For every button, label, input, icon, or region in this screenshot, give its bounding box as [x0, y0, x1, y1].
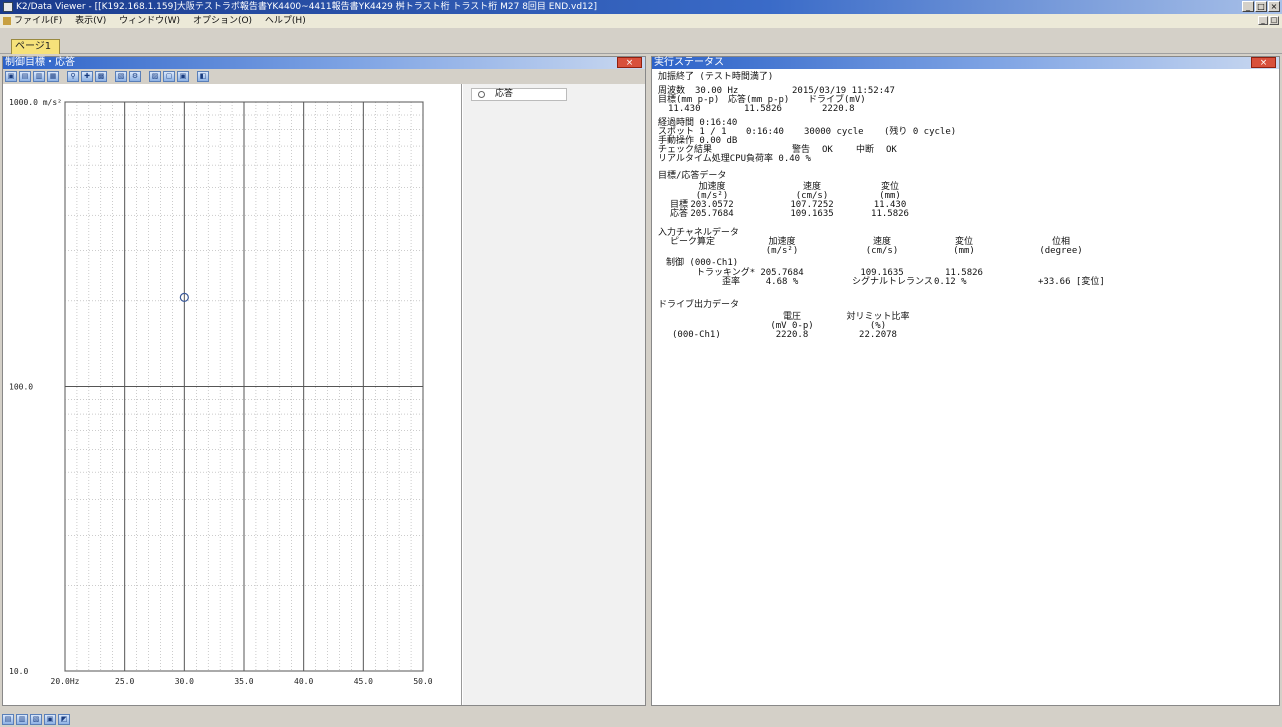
- phase-value: +33.66 [変位]: [1038, 277, 1105, 287]
- save-icon[interactable]: ▣: [5, 71, 17, 82]
- window-arrange-toolbar: ▤ ▥ ▧ ▣ ◩: [0, 712, 1282, 727]
- menu-view[interactable]: 表示(V): [75, 16, 106, 26]
- spot-time: 0:16:40: [746, 127, 784, 137]
- y-tick-label: 1000.0 m/s²: [9, 98, 62, 107]
- status-panel: 実行ステータス × 加振終了 (テスト時間満了) 周波数 30.00 Hz 20…: [651, 56, 1280, 706]
- cursor-icon[interactable]: ✚: [81, 71, 93, 82]
- drive-value: 2220.8: [822, 104, 855, 114]
- distortion-label: 歪率: [722, 277, 741, 287]
- legend-item-response[interactable]: 応答: [471, 88, 567, 101]
- y-tick-label: 10.0: [9, 667, 28, 676]
- document-icon[interactable]: [3, 17, 11, 25]
- y-tick-label: 100.0: [9, 383, 33, 392]
- tr-response-velocity: 109.1635: [790, 209, 834, 219]
- abort-label: 中断: [856, 145, 875, 155]
- graph-panel: 制御目標・応答 × ▣ ▤ ▥ ▦ ⚲ ✚ ▩ ▧ ⚙ ▨ ▢ ▣ ◧ 1000…: [2, 56, 646, 706]
- legend-area: 応答: [463, 84, 645, 705]
- menu-file[interactable]: ファイル(F): [14, 16, 62, 26]
- graph-panel-title: 制御目標・応答: [5, 57, 75, 68]
- ic-unit-phase: (degree): [1039, 246, 1083, 256]
- tab-page1[interactable]: ページ1: [11, 39, 60, 54]
- spot-cycles: 30000 cycle: [804, 127, 864, 137]
- page-tabstrip: ページ1: [0, 28, 1282, 54]
- menu-options[interactable]: オプション(O): [193, 16, 252, 26]
- print-icon[interactable]: ▦: [47, 71, 59, 82]
- minimize-button[interactable]: _: [1242, 1, 1254, 12]
- do-voltage-value: 2220.8: [775, 330, 809, 340]
- x-tick-label: 50.0: [413, 677, 432, 686]
- ic-unit-velocity: (cm/s): [865, 246, 899, 256]
- spot-remaining: (残り 0 cycle): [884, 127, 957, 137]
- text-icon[interactable]: ▣: [177, 71, 189, 82]
- linear-icon[interactable]: ▢: [163, 71, 175, 82]
- response-chart[interactable]: 1000.0 m/s² 100.0 10.0 20.0Hz 25.0 30.0 35.0 40…: [3, 84, 462, 707]
- menu-bar: ファイル(F) 表示(V) ウィンドウ(W) オプション(O) ヘルプ(H): [0, 14, 1282, 28]
- do-channel-name: (000-Ch1): [672, 330, 721, 340]
- app-icon: [3, 2, 13, 12]
- signal-tolerance-value: 0.12 %: [934, 277, 967, 287]
- tr-response-displacement: 11.5826: [871, 209, 909, 219]
- layout-icon[interactable]: ◩: [58, 714, 70, 725]
- export-icon[interactable]: ▥: [33, 71, 45, 82]
- maximize-button[interactable]: □: [1255, 1, 1267, 12]
- legend-label: 応答: [495, 89, 514, 99]
- x-tick-label: 35.0: [234, 677, 253, 686]
- status-panel-titlebar: 実行ステータス ×: [652, 57, 1279, 69]
- circle-marker-icon: [478, 91, 485, 98]
- response-value: 11.5826: [744, 104, 782, 114]
- signal-tolerance-label: シグナルトレランス: [852, 277, 933, 287]
- mdi-restore-button[interactable]: □: [1269, 16, 1279, 25]
- ic-channel-name: 制御 (000-Ch1): [666, 258, 739, 268]
- graph-area[interactable]: 1000.0 m/s² 100.0 10.0 20.0Hz 25.0 30.0 35.0 40…: [3, 84, 462, 705]
- tile-v-icon[interactable]: ▥: [16, 714, 28, 725]
- x-tick-label: 30.0: [175, 677, 194, 686]
- window-titlebar: K2/Data Viewer - [[K192.168.1.159]大阪テストラ…: [0, 0, 1282, 14]
- mdi-minimize-button[interactable]: _: [1258, 16, 1268, 25]
- x-tick-label: 20.0Hz: [51, 677, 80, 686]
- status-panel-title: 実行ステータス: [654, 57, 724, 68]
- warning-value: OK: [822, 145, 833, 155]
- zoom-icon[interactable]: ⚲: [67, 71, 79, 82]
- graph-toolbar: ▣ ▤ ▥ ▦ ⚲ ✚ ▩ ▧ ⚙ ▨ ▢ ▣ ◧: [3, 69, 645, 84]
- grid-icon[interactable]: ▩: [95, 71, 107, 82]
- menu-help[interactable]: ヘルプ(H): [265, 16, 306, 26]
- abort-value: OK: [886, 145, 897, 155]
- graph-panel-titlebar: 制御目標・応答 ×: [3, 57, 645, 69]
- tr-response-accel: 205.7684: [690, 209, 734, 219]
- do-limit-ratio-value: 22.2078: [859, 330, 897, 340]
- x-tick-label: 45.0: [354, 677, 373, 686]
- ic-unit-accel: (m/s²): [765, 246, 799, 256]
- settings-icon[interactable]: ⚙: [129, 71, 141, 82]
- ic-unit-displacement: (mm): [953, 246, 975, 256]
- cpu-load: リアルタイム処理CPU負荷率 0.40 %: [658, 154, 811, 164]
- target-value: 11.430: [668, 104, 701, 114]
- info-icon[interactable]: ◧: [197, 71, 209, 82]
- copy-icon[interactable]: ▤: [19, 71, 31, 82]
- scale-icon[interactable]: ▧: [115, 71, 127, 82]
- close-all-icon[interactable]: ▣: [44, 714, 56, 725]
- tile-h-icon[interactable]: ▤: [2, 714, 14, 725]
- close-button[interactable]: ×: [1268, 1, 1280, 12]
- status-panel-close-button[interactable]: ×: [1251, 57, 1276, 68]
- peak-method-label: ピーク算定: [670, 237, 716, 247]
- status-body: 加振終了 (テスト時間満了) 周波数 30.00 Hz 2015/03/19 1…: [652, 69, 1279, 705]
- test-state: 加振終了 (テスト時間満了): [658, 72, 774, 82]
- x-tick-label: 40.0: [294, 677, 313, 686]
- target-response-heading: 目標/応答データ: [658, 171, 727, 181]
- cascade-icon[interactable]: ▧: [30, 714, 42, 725]
- menu-window[interactable]: ウィンドウ(W): [119, 16, 180, 26]
- distortion-value: 4.68 %: [765, 277, 799, 287]
- drive-output-heading: ドライブ出力データ: [658, 300, 740, 310]
- window-title: K2/Data Viewer - [[K192.168.1.159]大阪テストラ…: [16, 2, 598, 12]
- log-icon[interactable]: ▨: [149, 71, 161, 82]
- graph-panel-close-button[interactable]: ×: [617, 57, 642, 68]
- x-tick-label: 25.0: [115, 677, 134, 686]
